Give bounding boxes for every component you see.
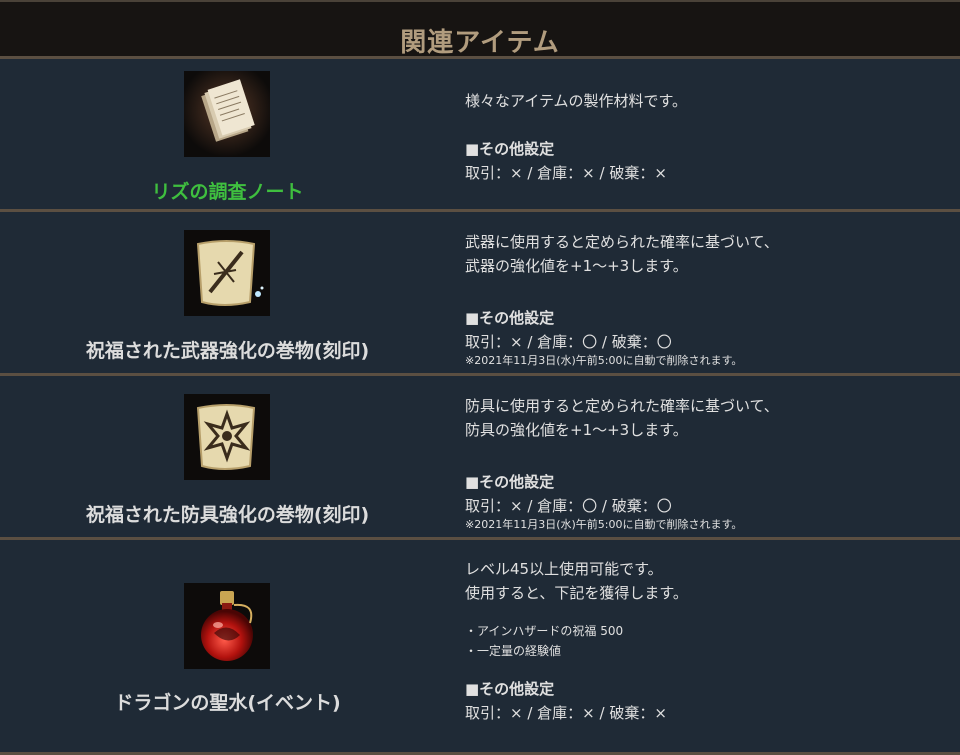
weapon-scroll-icon: [184, 230, 270, 316]
description-line: レベル45以上使用可能です。: [465, 560, 663, 578]
description-line: 武器の強化値を+1～+3します。: [465, 257, 688, 275]
description-line: 防具に使用すると定められた確率に基づいて、: [465, 397, 779, 415]
description-line: 武器に使用すると定められた確率に基づいて、: [465, 233, 779, 251]
item-description: 防具に使用すると定められた確率に基づいて、 防具の強化値を+1～+3します。 ■…: [465, 394, 945, 532]
settings-label: ■その他設定: [465, 473, 555, 491]
item-description: レベル45以上使用可能です。 使用すると、下記を獲得します。 ・アインハザードの…: [465, 557, 945, 725]
settings-value: 取引：× / 倉庫：× / 破棄：×: [465, 164, 667, 182]
armor-scroll-icon: [184, 394, 270, 480]
description-line: 使用すると、下記を獲得します。: [465, 584, 688, 602]
item-row: ドラゴンの聖水(イベント) レベル45以上使用可能です。 使用すると、下記を獲得…: [0, 540, 960, 752]
item-name: 祝福された武器強化の巻物(刻印): [85, 340, 370, 362]
reward-item: ・アインハザードの祝福 500: [465, 624, 624, 638]
settings-value: 取引：× / 倉庫：× / 破棄：×: [465, 704, 667, 722]
item-name: リズの調査ノート: [151, 181, 304, 203]
expiry-note: ※2021年11月3日(水)午前5:00に自動で削除されます。: [465, 518, 743, 531]
description-line: 防具の強化値を+1～+3します。: [465, 421, 688, 439]
settings-label: ■その他設定: [465, 309, 555, 327]
item-row: リズの調査ノート 様々なアイテムの製作材料です。 ■その他設定 取引：× / 倉…: [0, 59, 960, 209]
notes-icon: [184, 71, 270, 157]
settings-label: ■その他設定: [465, 680, 555, 698]
red-potion-icon: [184, 583, 270, 669]
item-row: 祝福された防具強化の巻物(刻印) 防具に使用すると定められた確率に基づいて、 防…: [0, 376, 960, 537]
section-header: 関連アイテム: [0, 0, 960, 59]
item-description: 武器に使用すると定められた確率に基づいて、 武器の強化値を+1～+3します。 ■…: [465, 230, 945, 368]
expiry-note: ※2021年11月3日(水)午前5:00に自動で削除されます。: [465, 354, 743, 367]
reward-item: ・一定量の経験値: [465, 644, 562, 658]
item-name: 祝福された防具強化の巻物(刻印): [85, 504, 370, 526]
settings-label: ■その他設定: [465, 140, 555, 158]
settings-value: 取引：× / 倉庫：〇 / 破棄：〇: [465, 497, 672, 515]
section-title: 関連アイテム: [400, 28, 560, 58]
item-row: 祝福された武器強化の巻物(刻印) 武器に使用すると定められた確率に基づいて、 武…: [0, 212, 960, 373]
item-description: 様々なアイテムの製作材料です。 ■その他設定 取引：× / 倉庫：× / 破棄：…: [465, 89, 945, 185]
description-line: 様々なアイテムの製作材料です。: [465, 92, 688, 110]
item-name: ドラゴンの聖水(イベント): [114, 692, 341, 714]
settings-value: 取引：× / 倉庫：〇 / 破棄：〇: [465, 333, 672, 351]
